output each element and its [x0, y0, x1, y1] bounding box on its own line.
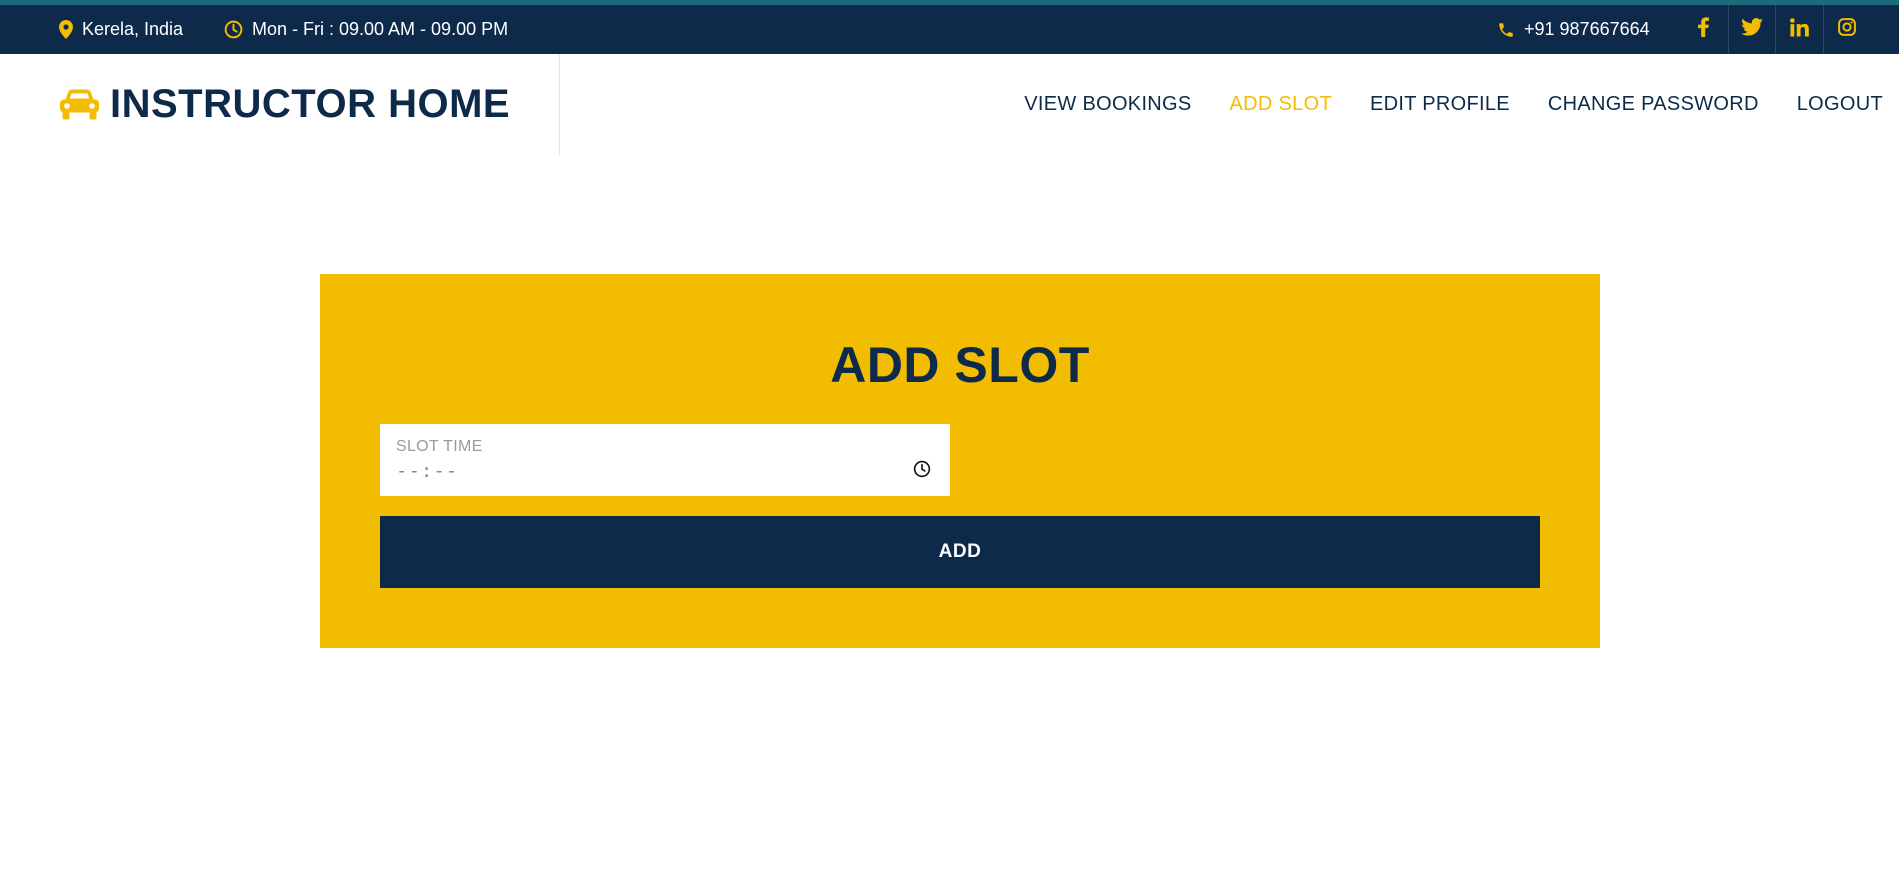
clock-icon	[224, 20, 243, 39]
phone-icon	[1497, 21, 1515, 39]
linkedin-icon	[1789, 17, 1809, 42]
social-links	[1680, 5, 1870, 54]
brand-logo[interactable]: INSTRUCTOR HOME	[59, 54, 510, 155]
phone-info[interactable]: +91 987667664	[1497, 5, 1650, 54]
header-divider	[559, 54, 560, 155]
location-info: Kerela, India	[59, 5, 183, 54]
hours-text: Mon - Fri : 09.00 AM - 09.00 PM	[252, 19, 509, 39]
nav-view-bookings[interactable]: VIEW BOOKINGS	[1024, 93, 1191, 116]
slot-time-label: SLOT TIME	[396, 438, 483, 455]
phone-text: +91 987667664	[1524, 19, 1650, 39]
map-marker-icon	[59, 20, 73, 39]
top-info-bar: Kerela, India Mon - Fri : 09.00 AM - 09.…	[0, 0, 1899, 54]
twitter-icon	[1740, 18, 1763, 41]
add-button[interactable]: ADD	[380, 516, 1540, 588]
nav-add-slot[interactable]: ADD SLOT	[1230, 93, 1332, 116]
brand-title: INSTRUCTOR HOME	[110, 82, 511, 126]
instagram-icon	[1837, 18, 1856, 41]
linkedin-link[interactable]	[1775, 5, 1823, 54]
location-text: Kerela, India	[82, 19, 184, 39]
twitter-link[interactable]	[1727, 5, 1776, 54]
page-title: ADD SLOT	[830, 337, 1090, 393]
nav-change-password[interactable]: CHANGE PASSWORD	[1548, 93, 1759, 116]
slot-time-field[interactable]: SLOT TIME --:--	[380, 424, 950, 496]
main-nav: VIEW BOOKINGS ADD SLOT EDIT PROFILE CHAN…	[1024, 54, 1883, 155]
facebook-icon	[1698, 17, 1710, 42]
time-picker-icon[interactable]	[912, 459, 932, 479]
nav-logout[interactable]: LOGOUT	[1797, 93, 1883, 116]
instagram-link[interactable]	[1822, 5, 1871, 54]
car-icon	[59, 89, 100, 121]
main-header: INSTRUCTOR HOME VIEW BOOKINGS ADD SLOT E…	[0, 54, 1899, 155]
add-slot-card: ADD SLOT SLOT TIME --:-- ADD	[320, 274, 1600, 648]
facebook-link[interactable]	[1680, 5, 1728, 54]
hours-info: Mon - Fri : 09.00 AM - 09.00 PM	[224, 5, 508, 54]
nav-edit-profile[interactable]: EDIT PROFILE	[1370, 93, 1510, 116]
slot-time-input[interactable]: --:--	[396, 460, 458, 482]
